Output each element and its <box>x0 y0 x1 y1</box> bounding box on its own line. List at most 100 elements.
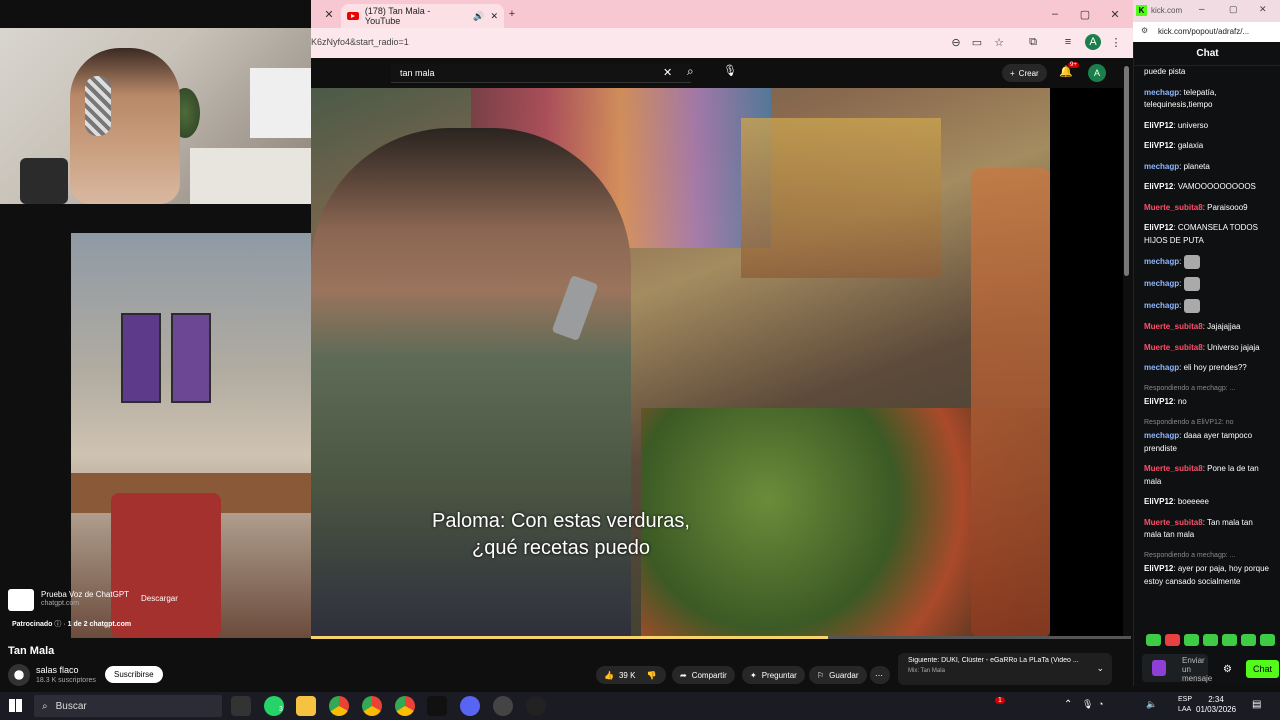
chat-username[interactable]: mechagp <box>1144 431 1179 440</box>
kick-url-bar[interactable]: ⚙ kick.com/popout/adrafz/... <box>1133 22 1280 42</box>
chat-username[interactable]: mechagp <box>1144 162 1179 171</box>
extensions-icon[interactable]: ⧉ <box>1025 34 1041 50</box>
chrome-icon[interactable] <box>362 696 382 716</box>
chat-username[interactable]: EliVP12 <box>1144 564 1173 573</box>
kick-url[interactable]: kick.com/popout/adrafz/... <box>1158 27 1249 36</box>
chat-message[interactable]: EliVP12: galaxia <box>1144 140 1272 153</box>
chat-message[interactable]: Respondiendo a EliVP12: no mechagp: daaa … <box>1144 417 1272 456</box>
new-tab-button[interactable]: + <box>504 6 520 22</box>
chat-username[interactable]: EliVP12 <box>1144 182 1173 191</box>
chat-username[interactable]: Muerte_subita8 <box>1144 322 1203 331</box>
share-button[interactable]: ➦ Compartir <box>672 666 735 684</box>
notification-icon[interactable]: ▤ <box>1252 699 1261 710</box>
chat-username[interactable]: Muerte_subita8 <box>1144 518 1203 527</box>
tiktok-icon[interactable] <box>427 696 447 716</box>
account-avatar[interactable]: A <box>1088 64 1106 82</box>
clear-icon[interactable]: ✕ <box>663 66 672 79</box>
mic-icon[interactable] <box>1152 660 1166 676</box>
chat-username[interactable]: EliVP12 <box>1144 121 1173 130</box>
chat-send-button[interactable]: Chat <box>1246 660 1279 678</box>
search-input[interactable]: tan mala ✕ <box>391 64 691 83</box>
language-indicator[interactable]: ESP LAA <box>1178 695 1192 715</box>
close-icon[interactable]: ✕ <box>1259 4 1267 15</box>
chat-message[interactable]: mechagp: telepatía, telequinesis,tiempo <box>1144 87 1272 112</box>
maximize-icon[interactable]: ▢ <box>1077 6 1093 22</box>
create-button[interactable]: + Crear <box>1002 64 1047 82</box>
chat-message[interactable]: Respondiendo a mechagp: ... EliVP12: ayer… <box>1144 550 1272 589</box>
app-icon[interactable] <box>526 696 546 716</box>
chat-input[interactable]: Enviar un mensaje <box>1142 654 1212 683</box>
sponsored-ad[interactable]: Prueba Voz de ChatGPT chatgpt.com Descar… <box>8 585 248 635</box>
clock[interactable]: 2:34 01/03/2026 <box>1196 695 1236 715</box>
windows-start-icon[interactable] <box>9 699 22 712</box>
chat-message[interactable]: Respondiendo a mechagp: ... EliVP12: no <box>1144 383 1272 409</box>
profile-avatar[interactable]: A <box>1085 34 1101 50</box>
dislike-icon[interactable]: 👎 <box>646 671 656 680</box>
scrollbar-thumb[interactable] <box>1124 66 1129 276</box>
close-icon[interactable]: ✕ <box>321 6 337 22</box>
like-icon[interactable]: 👍 <box>604 671 614 680</box>
chat-message[interactable]: puede pista <box>1144 66 1272 79</box>
chat-message[interactable]: mechagp: <box>1144 277 1272 291</box>
page-scrollbar[interactable] <box>1123 58 1131 692</box>
ad-sponsor-domain[interactable]: chatgpt.com <box>89 621 131 628</box>
speaker-icon[interactable]: 🔊 <box>473 11 484 22</box>
emote-icon[interactable] <box>1146 634 1161 646</box>
emote-icon[interactable] <box>1203 634 1218 646</box>
chat-message[interactable]: Muerte_subita8: Jajajajjaa <box>1144 321 1272 334</box>
channel-avatar[interactable] <box>8 664 30 686</box>
video-player[interactable]: Paloma: Con estas verduras, ¿qué recetas… <box>311 88 1050 637</box>
menu-icon[interactable]: ⋮ <box>1108 34 1124 50</box>
chat-message[interactable]: mechagp: eli hoy prendes?? <box>1144 362 1272 375</box>
channel-name[interactable]: salas flaco <box>36 665 79 675</box>
chevron-up-icon[interactable]: ⌃ <box>1064 699 1072 710</box>
minimize-icon[interactable]: – <box>1199 4 1205 15</box>
ask-button[interactable]: ✦ Preguntar <box>742 666 805 684</box>
progress-bar[interactable] <box>311 636 1131 639</box>
emote-icon[interactable] <box>1241 634 1256 646</box>
like-count[interactable]: 39 K <box>619 671 635 680</box>
emote-icon[interactable] <box>1222 634 1237 646</box>
chat-username[interactable]: mechagp <box>1144 88 1179 97</box>
chrome-icon[interactable] <box>329 696 349 716</box>
ad-download-button[interactable]: Descargar <box>141 594 178 603</box>
browser-tab[interactable]: (178) Tan Mala - YouTube 🔊 ✕ <box>341 4 504 28</box>
chat-username[interactable]: EliVP12 <box>1144 497 1173 506</box>
close-tab-icon[interactable]: ✕ <box>490 11 498 22</box>
search-query[interactable]: tan mala <box>400 68 435 78</box>
address-bar[interactable]: K6zNyfo4&start_radio=1 ⊖ ▭ ☆ ⧉ ≡ A ⋮ <box>311 28 1133 58</box>
gear-icon[interactable]: ⚙ <box>1223 664 1232 675</box>
chat-username[interactable]: Muerte_subita8 <box>1144 343 1203 352</box>
mic-icon[interactable]: 🎙 <box>723 64 737 82</box>
chevron-down-icon[interactable]: ⌄ <box>1096 663 1104 674</box>
chat-message[interactable]: mechagp: <box>1144 299 1272 313</box>
star-icon[interactable]: ☆ <box>991 34 1007 50</box>
site-settings-icon[interactable]: ⚙ <box>1141 26 1148 35</box>
chat-username[interactable]: mechagp <box>1144 363 1179 372</box>
minimize-icon[interactable]: – <box>1047 6 1063 22</box>
chat-message[interactable]: EliVP12: universo <box>1144 120 1272 133</box>
chat-username[interactable]: mechagp <box>1144 301 1179 310</box>
chrome-icon[interactable] <box>395 696 415 716</box>
maximize-icon[interactable]: ▢ <box>1229 4 1238 15</box>
emote-icon[interactable] <box>1184 634 1199 646</box>
chat-username[interactable]: mechagp <box>1144 279 1179 288</box>
chat-message[interactable]: EliVP12: boeeeee <box>1144 496 1272 509</box>
chat-message[interactable]: EliVP12: COMANSELA TODOS HIJOS DE PUTA <box>1144 222 1272 247</box>
url-text[interactable]: K6zNyfo4&start_radio=1 <box>311 37 409 47</box>
chat-message[interactable]: mechagp: planeta <box>1144 161 1272 174</box>
emote-icon[interactable] <box>1260 634 1275 646</box>
chat-message[interactable]: Muerte_subita8: Tan mala tan mala tan ma… <box>1144 517 1272 542</box>
save-button[interactable]: ⚐ Guardar <box>809 666 867 684</box>
chat-username[interactable]: Muerte_subita8 <box>1144 464 1203 473</box>
more-button[interactable]: ⋯ <box>870 666 890 684</box>
chat-message[interactable]: Muerte_subita8: Universo jajaja <box>1144 342 1272 355</box>
taskbar-search[interactable]: ⌕ Buscar <box>34 695 222 717</box>
chat-username[interactable]: EliVP12 <box>1144 397 1173 406</box>
file-explorer-icon[interactable] <box>296 696 316 716</box>
chat-username[interactable]: EliVP12 <box>1144 223 1173 232</box>
cast-icon[interactable]: ▭ <box>969 34 985 50</box>
mic-icon[interactable]: 🎙 <box>1082 699 1093 710</box>
chat-message[interactable]: Muerte_subita8: Paraisooo9 <box>1144 202 1272 215</box>
subscribe-button[interactable]: Suscribirse <box>105 666 163 683</box>
